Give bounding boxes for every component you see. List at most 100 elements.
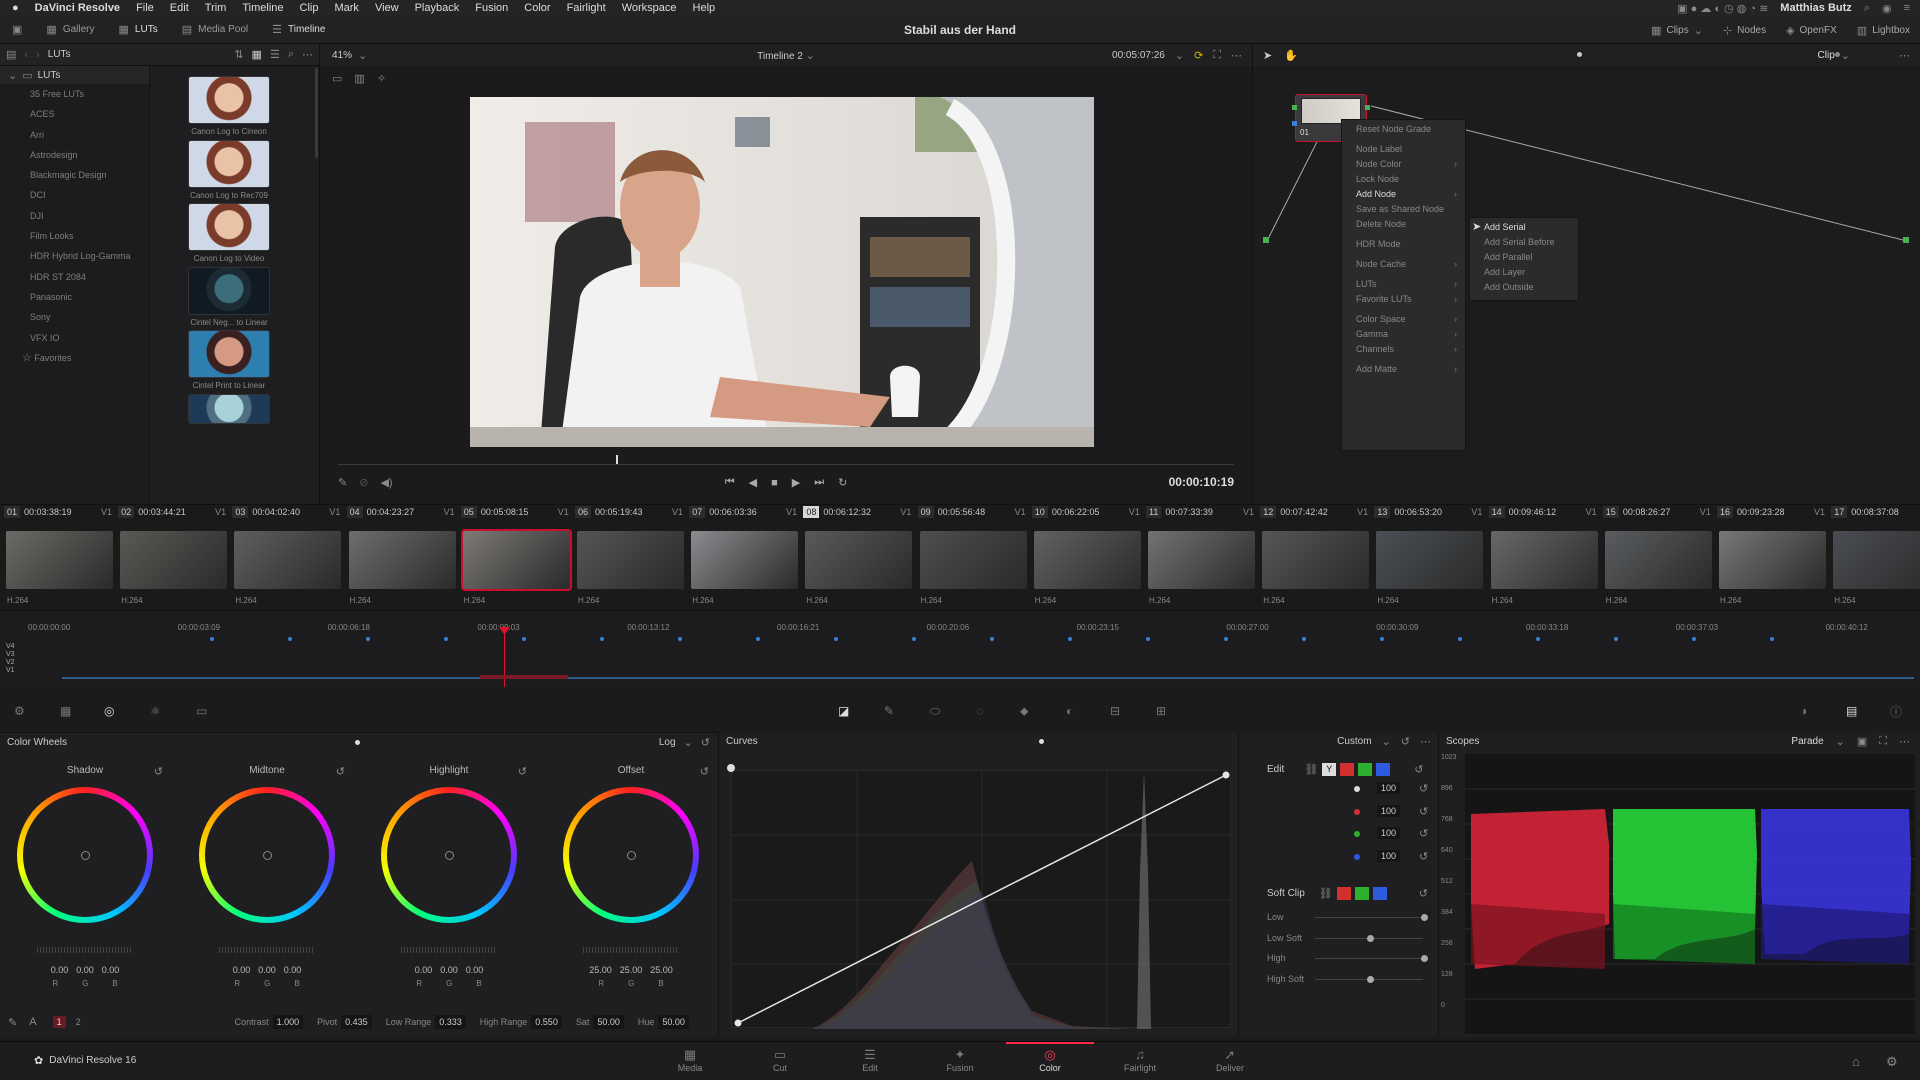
curves-tool-icon[interactable]: ◪: [838, 704, 849, 718]
menu-item-view[interactable]: View: [375, 2, 399, 14]
scope-type-select[interactable]: Parade: [1791, 736, 1823, 747]
hand-tool-icon[interactable]: ✋: [1284, 49, 1298, 62]
wheel-ring[interactable]: [381, 787, 517, 923]
menu-item-workspace[interactable]: Workspace: [622, 2, 677, 14]
camera-raw-icon[interactable]: ⚙: [14, 704, 25, 718]
submenu-item-add-serial-before[interactable]: Add Serial Before: [1470, 235, 1578, 250]
wheel-value[interactable]: 25.00: [589, 965, 612, 975]
channel-blue-button[interactable]: [1376, 763, 1391, 776]
page-tab-cut[interactable]: ▭ Cut: [740, 1047, 820, 1073]
wheel-value[interactable]: 0.00: [415, 965, 433, 975]
play-icon[interactable]: ▶: [792, 476, 800, 489]
page-tab-fusion[interactable]: ✦ Fusion: [920, 1047, 1000, 1073]
marker-dot[interactable]: [1068, 637, 1072, 641]
wheel-value[interactable]: 0.00: [258, 965, 276, 975]
wheel-ring[interactable]: [563, 787, 699, 923]
master-wheel-slider[interactable]: [583, 947, 679, 953]
rgb-mixer-icon[interactable]: ⚛: [150, 704, 161, 718]
reset-icon[interactable]: ↺: [1419, 805, 1428, 818]
master-wheel-slider[interactable]: [401, 947, 497, 953]
key-icon[interactable]: ⊟: [1110, 704, 1120, 718]
chevron-down-icon[interactable]: ⌄: [1175, 49, 1184, 62]
context-menu-item-node-label[interactable]: Node Label: [1342, 142, 1465, 157]
scopes-tool-icon[interactable]: ▤: [1846, 704, 1857, 718]
wheel-value[interactable]: 0.00: [466, 965, 484, 975]
chevron-down-icon[interactable]: ⌄: [1836, 735, 1845, 748]
toolbar-openfx-button[interactable]: ◈ OpenFX: [1776, 24, 1847, 37]
marker-dot[interactable]: [1458, 637, 1462, 641]
stop-icon[interactable]: ■: [771, 477, 778, 489]
viewer-scrubber[interactable]: [338, 464, 1234, 465]
lut-thumbnail[interactable]: Cintel Neg... to Linear: [188, 266, 270, 327]
hue-value[interactable]: 50.00: [658, 1015, 689, 1029]
context-menu-item-color-space[interactable]: Color Space ›: [1342, 312, 1465, 327]
soft-clip-handle[interactable]: [1367, 934, 1374, 942]
more-options-icon[interactable]: ⋯: [1899, 49, 1910, 62]
reset-icon[interactable]: ↺: [1401, 735, 1410, 748]
menu-item-timeline[interactable]: Timeline: [242, 2, 283, 14]
context-menu-item-gamma[interactable]: Gamma ›: [1342, 327, 1465, 342]
apple-menu-icon[interactable]: ●: [12, 2, 19, 14]
sat-value[interactable]: 50.00: [593, 1015, 624, 1029]
menu-item-help[interactable]: Help: [693, 2, 716, 14]
soft-clip-handle[interactable]: [1421, 955, 1428, 962]
back-arrow-icon[interactable]: ‹: [24, 49, 28, 61]
menu-item-mark[interactable]: Mark: [334, 2, 358, 14]
context-menu-item-save-as-shared-node[interactable]: Save as Shared Node: [1342, 202, 1465, 217]
channel-red-button[interactable]: [1340, 763, 1355, 776]
lut-folder-item[interactable]: Panasonic: [0, 287, 149, 307]
wheel-center-handle[interactable]: [81, 851, 90, 860]
curves-mode-select[interactable]: Custom: [1337, 736, 1371, 747]
video-track-v1[interactable]: [62, 677, 1914, 679]
toolbar-luts-button[interactable]: ▦ LUTs: [107, 16, 170, 44]
context-menu-item-delete-node[interactable]: Delete Node: [1342, 217, 1465, 232]
lut-folder-item[interactable]: 35 Free LUTs: [0, 84, 149, 104]
node-output-port[interactable]: [1365, 105, 1370, 110]
context-menu-item-add-matte[interactable]: Add Matte ›: [1342, 362, 1465, 377]
node-input-port[interactable]: [1292, 105, 1297, 110]
viewer-image[interactable]: [470, 97, 1094, 447]
submenu-item-add-parallel[interactable]: Add Parallel: [1470, 250, 1578, 265]
info-icon[interactable]: ⓘ: [1890, 703, 1902, 720]
context-menu-item-lock-node[interactable]: Lock Node: [1342, 172, 1465, 187]
user-name[interactable]: Matthias Butz: [1780, 2, 1852, 14]
context-menu-item-node-cache[interactable]: Node Cache ›: [1342, 257, 1465, 272]
more-options-icon[interactable]: ⋯: [1899, 735, 1910, 748]
wheel-ring[interactable]: [17, 787, 153, 923]
reset-icon[interactable]: ↺: [1414, 763, 1423, 776]
clip-thumbnail[interactable]: 04 00:04:23:27 V1 H.264: [345, 505, 459, 611]
lut-thumbnail[interactable]: [188, 394, 270, 424]
scrubber-playhead[interactable]: [615, 455, 618, 464]
wheel-value[interactable]: 0.00: [76, 965, 94, 975]
context-menu-item-add-node[interactable]: Add Node ›: [1342, 187, 1465, 202]
pivot-value[interactable]: 0.435: [341, 1015, 372, 1029]
wheel-value[interactable]: 0.00: [440, 965, 458, 975]
channel-intensity-value[interactable]: 100: [1377, 782, 1401, 794]
search-icon[interactable]: ⌕: [288, 48, 294, 61]
wheel-value[interactable]: 25.00: [650, 965, 673, 975]
timeline-name[interactable]: Timeline 2: [757, 51, 803, 62]
go-to-start-icon[interactable]: ⏮: [725, 476, 735, 489]
marker-dot[interactable]: [1146, 637, 1150, 641]
clip-thumbnail[interactable]: 17 00:08:37:08 H.264: [1829, 505, 1920, 611]
lut-thumbnail[interactable]: Canon Log to Cineon: [188, 76, 270, 136]
chevron-down-icon[interactable]: ⌄: [1382, 735, 1391, 748]
menu-item-davinci-resolve[interactable]: DaVinci Resolve: [35, 2, 120, 14]
lut-thumbnail[interactable]: Cintel Print to Linear: [188, 330, 270, 390]
marker-dot[interactable]: [834, 637, 838, 641]
reset-icon[interactable]: ↺: [1419, 827, 1428, 840]
siri-icon[interactable]: ◉: [1882, 2, 1892, 15]
lut-folder-item[interactable]: Astrodesign: [0, 145, 149, 165]
marker-dot[interactable]: [600, 637, 604, 641]
auto-balance-icon[interactable]: A: [29, 1016, 36, 1028]
toolbar-lightbox-button[interactable]: ▥ Lightbox: [1847, 24, 1920, 37]
reset-icon[interactable]: ↺: [1419, 850, 1428, 863]
wheel-mode-select[interactable]: Log: [659, 737, 676, 748]
sizing-icon[interactable]: ⊞: [1156, 704, 1166, 718]
page-tab-deliver[interactable]: ➚ Deliver: [1190, 1047, 1270, 1073]
marker-dot[interactable]: [990, 637, 994, 641]
track-label[interactable]: V4: [6, 643, 15, 651]
reset-icon[interactable]: ↺: [700, 765, 709, 778]
go-to-end-icon[interactable]: ⏭: [814, 476, 824, 489]
lut-thumbnail[interactable]: Canon Log to Rec709: [188, 139, 270, 200]
